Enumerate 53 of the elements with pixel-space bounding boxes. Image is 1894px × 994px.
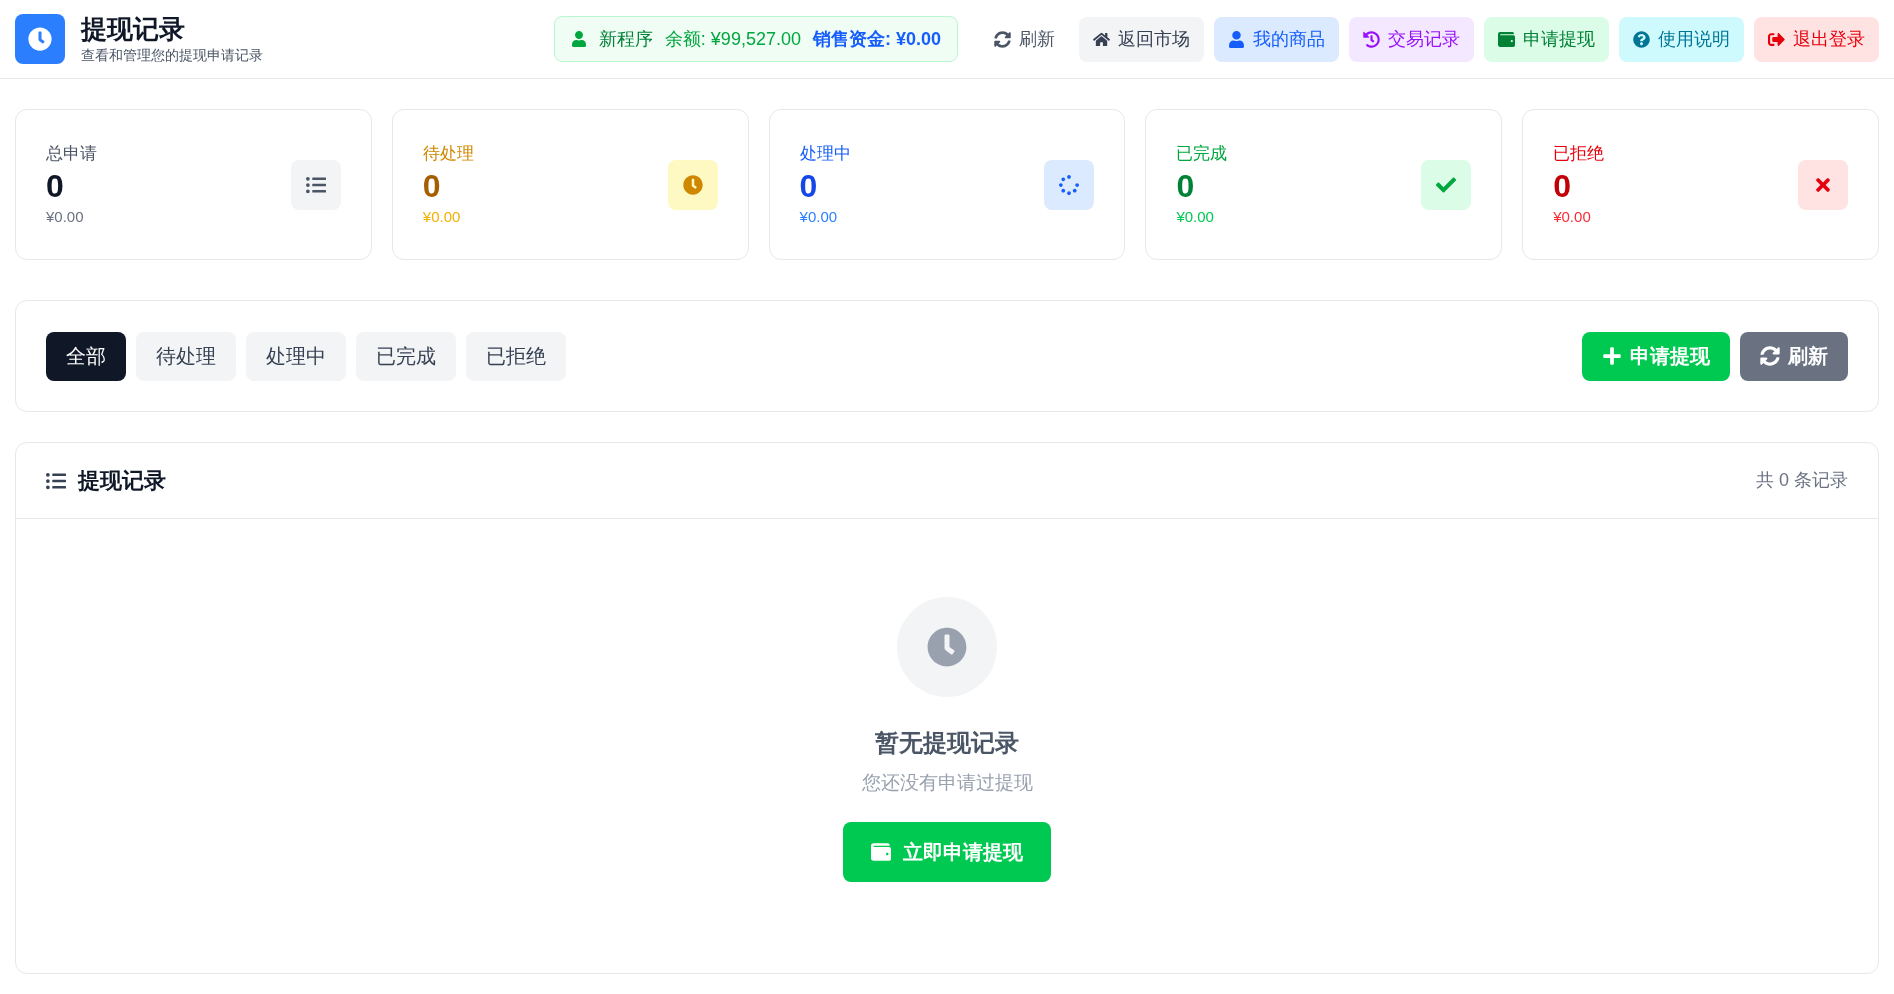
plus-icon — [1602, 346, 1622, 366]
stat-count: 0 — [422, 167, 442, 206]
user-icon — [570, 31, 587, 47]
filter-tab[interactable]: 待处理 — [136, 331, 236, 381]
stat-amount: ¥0.00 — [1553, 207, 1592, 227]
nav-button[interactable]: 退出登录 — [1754, 16, 1879, 62]
records-count: 共 0 条记录 — [1756, 469, 1848, 492]
nav-button[interactable]: 使用说明 — [1619, 16, 1744, 62]
stat-label: 已完成 — [1176, 142, 1228, 165]
nav-button[interactable]: 返回市场 — [1079, 16, 1204, 62]
list-icon — [305, 174, 326, 195]
stat-label: 已拒绝 — [1553, 142, 1605, 165]
stat-count: 0 — [799, 167, 819, 206]
balance-text: 余额: ¥99,527.00 — [664, 27, 801, 51]
nav-button[interactable]: 申请提现 — [1484, 16, 1609, 62]
empty-title: 暂无提现记录 — [875, 728, 1019, 758]
clock-icon — [28, 27, 52, 51]
filter-tab[interactable]: 全部 — [46, 331, 126, 381]
nav-button[interactable]: 我的商品 — [1214, 16, 1339, 62]
stat-label: 处理中 — [799, 142, 851, 165]
stat-count: 0 — [1176, 167, 1196, 206]
account-name: 新程序 — [598, 27, 653, 51]
clock-icon — [682, 174, 703, 195]
stat-label: 待处理 — [422, 142, 474, 165]
stat-amount: ¥0.00 — [1176, 207, 1215, 227]
stat-amount: ¥0.00 — [46, 207, 85, 227]
action-button[interactable]: 刷新 — [1740, 331, 1848, 381]
stat-amount: ¥0.00 — [799, 207, 839, 227]
home-icon — [1093, 30, 1110, 48]
wallet-icon — [1498, 30, 1515, 48]
clock-icon — [927, 627, 967, 667]
records-title: 提现记录 — [78, 467, 166, 495]
stat-label: 总申请 — [46, 142, 97, 165]
filter-tab[interactable]: 处理中 — [246, 331, 346, 381]
nav-button[interactable]: 交易记录 — [1349, 16, 1474, 62]
user-icon — [1228, 30, 1245, 48]
page-subtitle: 查看和管理您的提现申请记录 — [81, 46, 263, 66]
page-title: 提现记录 — [81, 12, 186, 46]
spinner-icon — [1059, 174, 1080, 195]
filter-tab[interactable]: 已完成 — [356, 331, 456, 381]
logout-icon — [1768, 30, 1785, 48]
stat-count: 0 — [1553, 167, 1572, 206]
stat-count: 0 — [46, 167, 65, 206]
sales-funds-text: 销售资金: ¥0.00 — [812, 27, 941, 51]
stat-amount: ¥0.00 — [422, 207, 462, 227]
help-icon — [1633, 30, 1650, 48]
filter-tab[interactable]: 已拒绝 — [466, 331, 566, 381]
refresh-icon — [994, 30, 1011, 48]
wallet-icon — [871, 841, 891, 862]
history-icon — [1363, 30, 1380, 48]
list-icon — [46, 470, 66, 491]
refresh-icon — [1760, 346, 1780, 366]
empty-message: 您还没有申请过提现 — [861, 771, 1033, 795]
